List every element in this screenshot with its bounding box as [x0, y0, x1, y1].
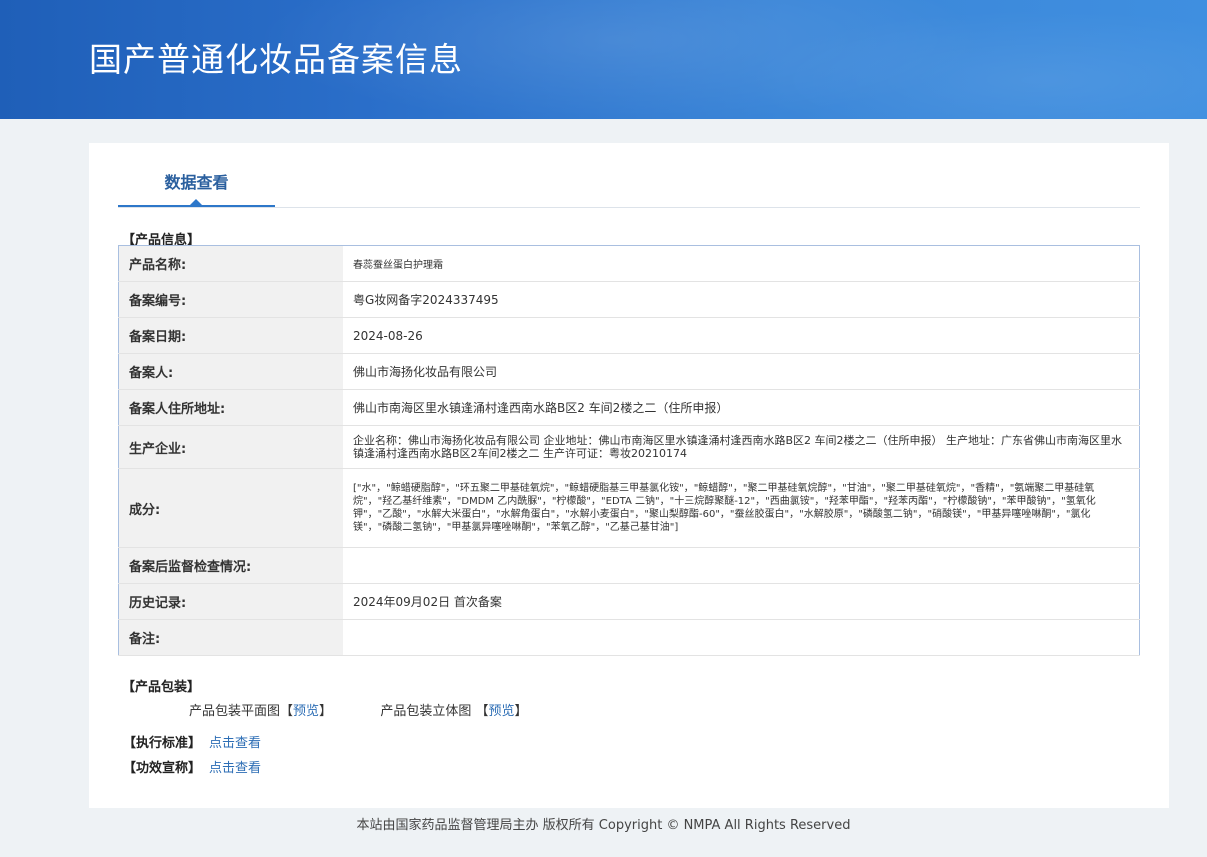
table-row: 备案编号: 粤G妆网备字2024337495: [118, 281, 1140, 318]
history-value: 2024年09月02日 首次备案: [343, 583, 1140, 620]
filer-address-value: 佛山市南海区里水镇逢涌村逢西南水路B区2 车间2楼之二（住所申报）: [343, 389, 1140, 426]
standard-row: 【执行标准】 点击查看: [123, 732, 261, 751]
product-name-value: 春蕊蚕丝蛋白护理霜: [343, 245, 1140, 282]
flat-image-label: 产品包装平面图: [189, 704, 281, 719]
table-row: 产品名称: 春蕊蚕丝蛋白护理霜: [118, 245, 1140, 282]
content-card: 数据查看 【产品信息】 产品名称: 春蕊蚕丝蛋白护理霜 备案编号: 粤G妆网备字…: [89, 143, 1169, 808]
product-info-table: 产品名称: 春蕊蚕丝蛋白护理霜 备案编号: 粤G妆网备字2024337495 备…: [118, 245, 1140, 656]
table-row: 备案人: 佛山市海扬化妆品有限公司: [118, 353, 1140, 390]
table-row: 备案人住所地址: 佛山市南海区里水镇逢涌村逢西南水路B区2 车间2楼之二（住所申…: [118, 389, 1140, 426]
tab-caret-icon: [190, 199, 202, 205]
row-label: 备案编号:: [118, 281, 343, 318]
efficacy-label: 【功效宣称】: [123, 761, 202, 776]
standard-label: 【执行标准】: [123, 736, 202, 751]
flat-image-preview-link[interactable]: 预览: [293, 704, 319, 719]
row-label: 备案人:: [118, 353, 343, 390]
bracket-open: 【: [475, 704, 489, 719]
remarks-value: [343, 619, 1140, 656]
row-label: 备案后监督检查情况:: [118, 547, 343, 584]
table-row: 历史记录: 2024年09月02日 首次备案: [118, 583, 1140, 620]
bracket-close: 】: [319, 704, 333, 719]
packaging-heading: 【产品包装】: [122, 680, 201, 695]
filing-date-value: 2024-08-26: [343, 317, 1140, 354]
header-banner: 国产普通化妆品备案信息: [0, 0, 1207, 119]
table-row: 成分: ["水"，"鲸蜡硬脂醇"，"环五聚二甲基硅氧烷"，"鲸蜡硬脂基三甲基氯化…: [118, 468, 1140, 548]
page-title: 国产普通化妆品备案信息: [89, 40, 463, 79]
footer-copyright: 本站由国家药品监督管理局主办 版权所有 Copyright © NMPA All…: [356, 818, 851, 833]
efficacy-view-link[interactable]: 点击查看: [209, 761, 261, 776]
tab-data-view-label: 数据查看: [164, 173, 229, 192]
row-label: 备注:: [118, 619, 343, 656]
filer-value: 佛山市海扬化妆品有限公司: [343, 353, 1140, 390]
table-row: 备注:: [118, 619, 1140, 656]
table-row: 生产企业: 企业名称：佛山市海扬化妆品有限公司 企业地址：佛山市南海区里水镇逢涌…: [118, 425, 1140, 469]
row-label: 历史记录:: [118, 583, 343, 620]
tab-data-view[interactable]: 数据查看: [118, 143, 275, 207]
packaging-links: 产品包装平面图【预览】 产品包装立体图 【预览】: [189, 700, 528, 719]
ingredients-value: ["水"，"鲸蜡硬脂醇"，"环五聚二甲基硅氧烷"，"鲸蜡硬脂基三甲基氯化铵"，"…: [343, 468, 1140, 548]
filing-number-value: 粤G妆网备字2024337495: [343, 281, 1140, 318]
row-label: 产品名称:: [118, 245, 343, 282]
row-label: 生产企业:: [118, 425, 343, 469]
tab-bar: 数据查看: [118, 143, 1140, 208]
bracket-close: 】: [514, 704, 528, 719]
solid-image-label: 产品包装立体图: [380, 704, 472, 719]
bracket-open: 【: [280, 704, 294, 719]
efficacy-row: 【功效宣称】 点击查看: [123, 757, 261, 776]
solid-image-preview-link[interactable]: 预览: [489, 704, 515, 719]
row-label: 成分:: [118, 468, 343, 548]
table-row: 备案日期: 2024-08-26: [118, 317, 1140, 354]
manufacturer-value: 企业名称：佛山市海扬化妆品有限公司 企业地址：佛山市南海区里水镇逢涌村逢西南水路…: [343, 425, 1140, 469]
standard-view-link[interactable]: 点击查看: [209, 736, 261, 751]
table-row: 备案后监督检查情况:: [118, 547, 1140, 584]
row-label: 备案人住所地址:: [118, 389, 343, 426]
inspection-value: [343, 547, 1140, 584]
row-label: 备案日期:: [118, 317, 343, 354]
